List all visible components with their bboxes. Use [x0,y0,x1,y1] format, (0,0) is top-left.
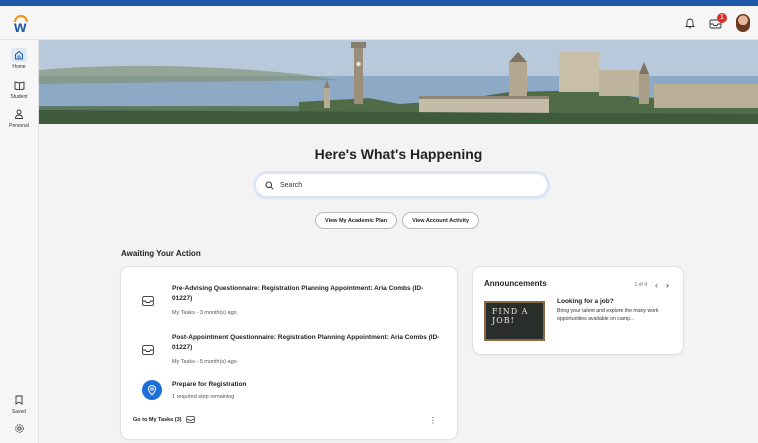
person-icon [11,107,27,121]
sidebar-item-home[interactable]: Home [0,48,38,70]
search-icon [265,181,274,190]
sidebar-item-label: Personal [9,123,29,129]
view-account-activity-button[interactable]: View Account Activity [402,212,480,229]
tasks-card: Pre-Advising Questionnaire: Registration… [121,267,457,439]
announcements-pager: 1 of 4 ‹ › [634,280,669,290]
image-text-line2: JOB! [492,316,515,325]
page-title: Here's What's Happening [314,146,483,162]
search-input[interactable]: Search [280,182,302,189]
task-subtitle: 1 required step remaining [172,394,235,400]
announcement-body: Bring your talent and explore the many w… [557,308,659,322]
go-to-my-tasks-link[interactable]: Go to My Tasks (3) [133,416,195,423]
task-title[interactable]: Post-Appointment Questionnaire: Registra… [172,333,442,353]
workday-logo[interactable]: w [11,13,31,36]
announcements-card: Announcements 1 of 4 ‹ › FIND A JOB! Loo… [473,267,683,354]
header-actions: 1 [685,12,750,32]
avatar[interactable] [736,14,750,32]
sidebar-item-settings[interactable] [0,421,38,437]
chevron-left-icon[interactable]: ‹ [655,280,658,290]
sidebar-item-student[interactable]: Student [0,78,38,100]
pager-count: 1 of 4 [634,282,647,288]
go-to-my-tasks-label: Go to My Tasks (3) [133,416,182,423]
home-icon [11,48,27,62]
view-academic-plan-button[interactable]: View My Academic Plan [315,212,398,229]
sidebar-item-saved[interactable]: Saved [0,393,38,415]
quick-actions: View My Academic Plan View Account Activ… [315,212,480,229]
announcement-title[interactable]: Looking for a job? [557,298,614,305]
notification-badge: 1 [717,12,727,23]
announcements-heading: Announcements [484,279,547,288]
image-text-line1: FIND A [492,307,529,316]
campus-banner-image [39,40,758,124]
task-subtitle: My Tasks - 3 month(s) ago [172,310,237,316]
logo-letter: w [14,19,27,36]
sidebar-item-personal[interactable]: Personal [0,107,38,129]
inbox-icon [185,416,195,423]
task-title[interactable]: Pre-Advising Questionnaire: Registration… [172,284,442,304]
book-icon [11,78,27,92]
sidebar: Home Student Personal Saved [0,40,39,443]
inbox-icon [142,345,154,355]
top-bar: w 1 [0,6,758,40]
search-bar[interactable]: Search [256,174,547,196]
task-subtitle: My Tasks - 5 month(s) ago [172,359,237,365]
more-options-icon[interactable]: ⋮ [429,416,437,425]
inbox-icon[interactable]: 1 [709,12,727,29]
location-pin-icon [142,380,162,400]
sidebar-item-label: Saved [11,409,27,415]
awaiting-action-heading: Awaiting Your Action [121,249,201,258]
chevron-right-icon[interactable]: › [666,280,669,290]
bell-icon[interactable] [685,18,695,29]
sidebar-item-label: Home [12,64,26,70]
inbox-icon [142,296,154,306]
find-a-job-image[interactable]: FIND A JOB! [484,301,545,341]
sidebar-item-label: Student [10,94,28,100]
bookmark-icon [11,393,27,407]
task-title[interactable]: Prepare for Registration [172,380,442,390]
gear-icon [11,421,27,435]
